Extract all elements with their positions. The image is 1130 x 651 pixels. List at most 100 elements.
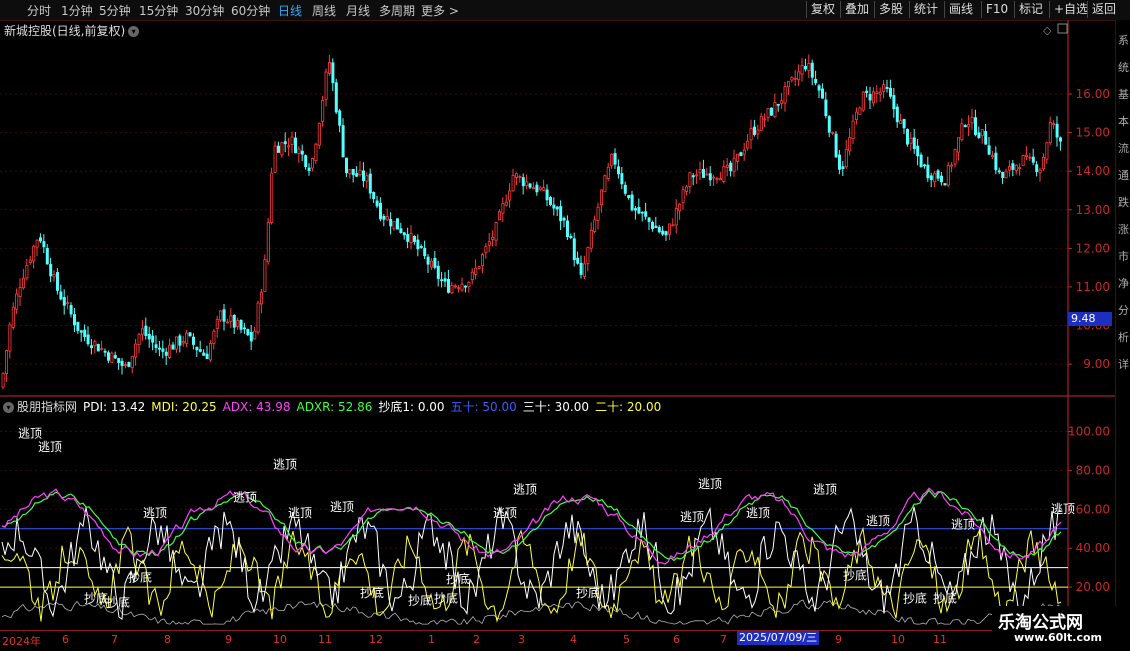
candle-body <box>96 344 100 352</box>
candle-body <box>576 257 580 264</box>
right-info-rail: 系统基本流通跌涨市净分析详 <box>1115 20 1130 630</box>
candle-body <box>882 84 886 92</box>
escape-top-signal: 逃顶 <box>288 506 312 520</box>
escape-top-signal: 逃顶 <box>813 483 837 497</box>
candle-body <box>912 137 916 150</box>
candle-body <box>559 206 563 222</box>
candle-body <box>797 71 801 81</box>
candle-body <box>110 352 114 363</box>
candle-body <box>640 211 644 214</box>
candle-body <box>987 145 991 155</box>
candle-body <box>32 245 36 262</box>
candle-body <box>957 137 961 153</box>
candle-body <box>817 85 821 91</box>
right-rail-tab-4[interactable]: 流 <box>1118 140 1129 156</box>
candle-body <box>715 177 719 180</box>
candle-body <box>460 283 464 291</box>
candle-body <box>844 148 848 168</box>
right-rail-tab-1[interactable]: 统 <box>1118 59 1129 75</box>
right-rail-tab-3[interactable]: 本 <box>1118 113 1129 129</box>
date-axis-label: 11 <box>318 633 332 646</box>
candle-body <box>259 291 263 305</box>
candle-body <box>596 206 600 221</box>
right-rail-tab-7[interactable]: 涨 <box>1118 221 1129 237</box>
candle-body <box>504 201 508 206</box>
escape-top-signal: 逃顶 <box>18 426 42 440</box>
candle-body <box>606 166 610 179</box>
indicator-value-mdi-1: MDI: 20.25 <box>151 400 217 414</box>
candle-body <box>157 347 161 350</box>
candle-body <box>164 351 168 356</box>
candle-body <box>242 327 246 330</box>
candle-body <box>824 99 828 117</box>
candle-body <box>287 145 291 148</box>
candle-body <box>892 95 896 110</box>
candle-body <box>967 123 971 128</box>
candle-body <box>117 358 121 363</box>
candle-body <box>11 306 15 328</box>
candle-body <box>827 116 831 133</box>
candle-body <box>212 330 216 344</box>
date-axis-label: 2024年 <box>2 635 41 648</box>
candle-body <box>515 173 519 178</box>
candle-body <box>950 164 954 167</box>
candle-body <box>409 233 413 243</box>
candle-body <box>426 256 430 265</box>
candle-body <box>906 129 910 145</box>
candle-body <box>753 126 757 135</box>
right-rail-tab-2[interactable]: 基 <box>1118 86 1129 102</box>
candle-body <box>202 352 206 356</box>
candle-body <box>419 246 423 248</box>
candle-body <box>848 137 852 152</box>
candle-body <box>392 221 396 230</box>
diamond-icon[interactable]: ◇ <box>1043 24 1052 37</box>
date-axis-label: 10 <box>273 633 287 646</box>
chevron-down-icon[interactable]: ▾ <box>3 402 14 413</box>
candle-body <box>83 329 87 338</box>
candle-body <box>977 132 981 139</box>
date-axis-label: 9 <box>225 633 232 646</box>
candle-body <box>1031 156 1035 163</box>
date-axis-label: 5 <box>623 633 630 646</box>
candle-body <box>477 266 481 269</box>
indicator-value-adx-2: ADX: 43.98 <box>222 400 291 414</box>
candle-body <box>351 168 355 176</box>
candle-body <box>365 175 369 182</box>
current-price-tag: 9.48 <box>1068 312 1112 326</box>
candle-body <box>674 208 678 226</box>
candle-body <box>763 118 767 121</box>
right-rail-tab-11[interactable]: 析 <box>1118 329 1129 345</box>
candle-body <box>953 149 957 165</box>
candle-body <box>453 285 457 288</box>
candle-body <box>103 350 107 353</box>
candle-body <box>161 348 165 352</box>
candle-body <box>841 166 845 170</box>
candle-body <box>688 172 692 187</box>
mdi-line <box>1 525 1062 624</box>
candle-body <box>984 131 988 145</box>
candle-body <box>35 239 39 248</box>
candle-body <box>5 350 9 374</box>
candle-body <box>21 277 25 289</box>
right-rail-tab-5[interactable]: 通 <box>1118 167 1129 183</box>
right-rail-tab-0[interactable]: 系 <box>1118 32 1129 48</box>
price-tick-label: 16.00 <box>1076 87 1110 101</box>
candle-body <box>283 141 287 145</box>
candle-body <box>535 184 539 193</box>
right-rail-tab-12[interactable]: 详 <box>1118 356 1129 372</box>
price-tick-label: 12.00 <box>1076 241 1110 255</box>
candle-body <box>416 239 420 250</box>
candle-body <box>800 65 804 75</box>
right-rail-tab-6[interactable]: 跌 <box>1118 194 1129 210</box>
maximize-icon[interactable] <box>1057 23 1068 34</box>
candle-body <box>902 118 906 129</box>
date-axis-label: 6 <box>62 633 69 646</box>
right-rail-tab-10[interactable]: 分 <box>1118 302 1129 318</box>
candle-body <box>712 176 716 179</box>
right-rail-tab-8[interactable]: 市 <box>1118 248 1129 264</box>
candle-body <box>310 158 314 169</box>
candle-body <box>181 341 185 344</box>
right-rail-tab-9[interactable]: 净 <box>1118 275 1129 291</box>
candle-body <box>1028 156 1032 159</box>
candle-body <box>402 232 406 236</box>
